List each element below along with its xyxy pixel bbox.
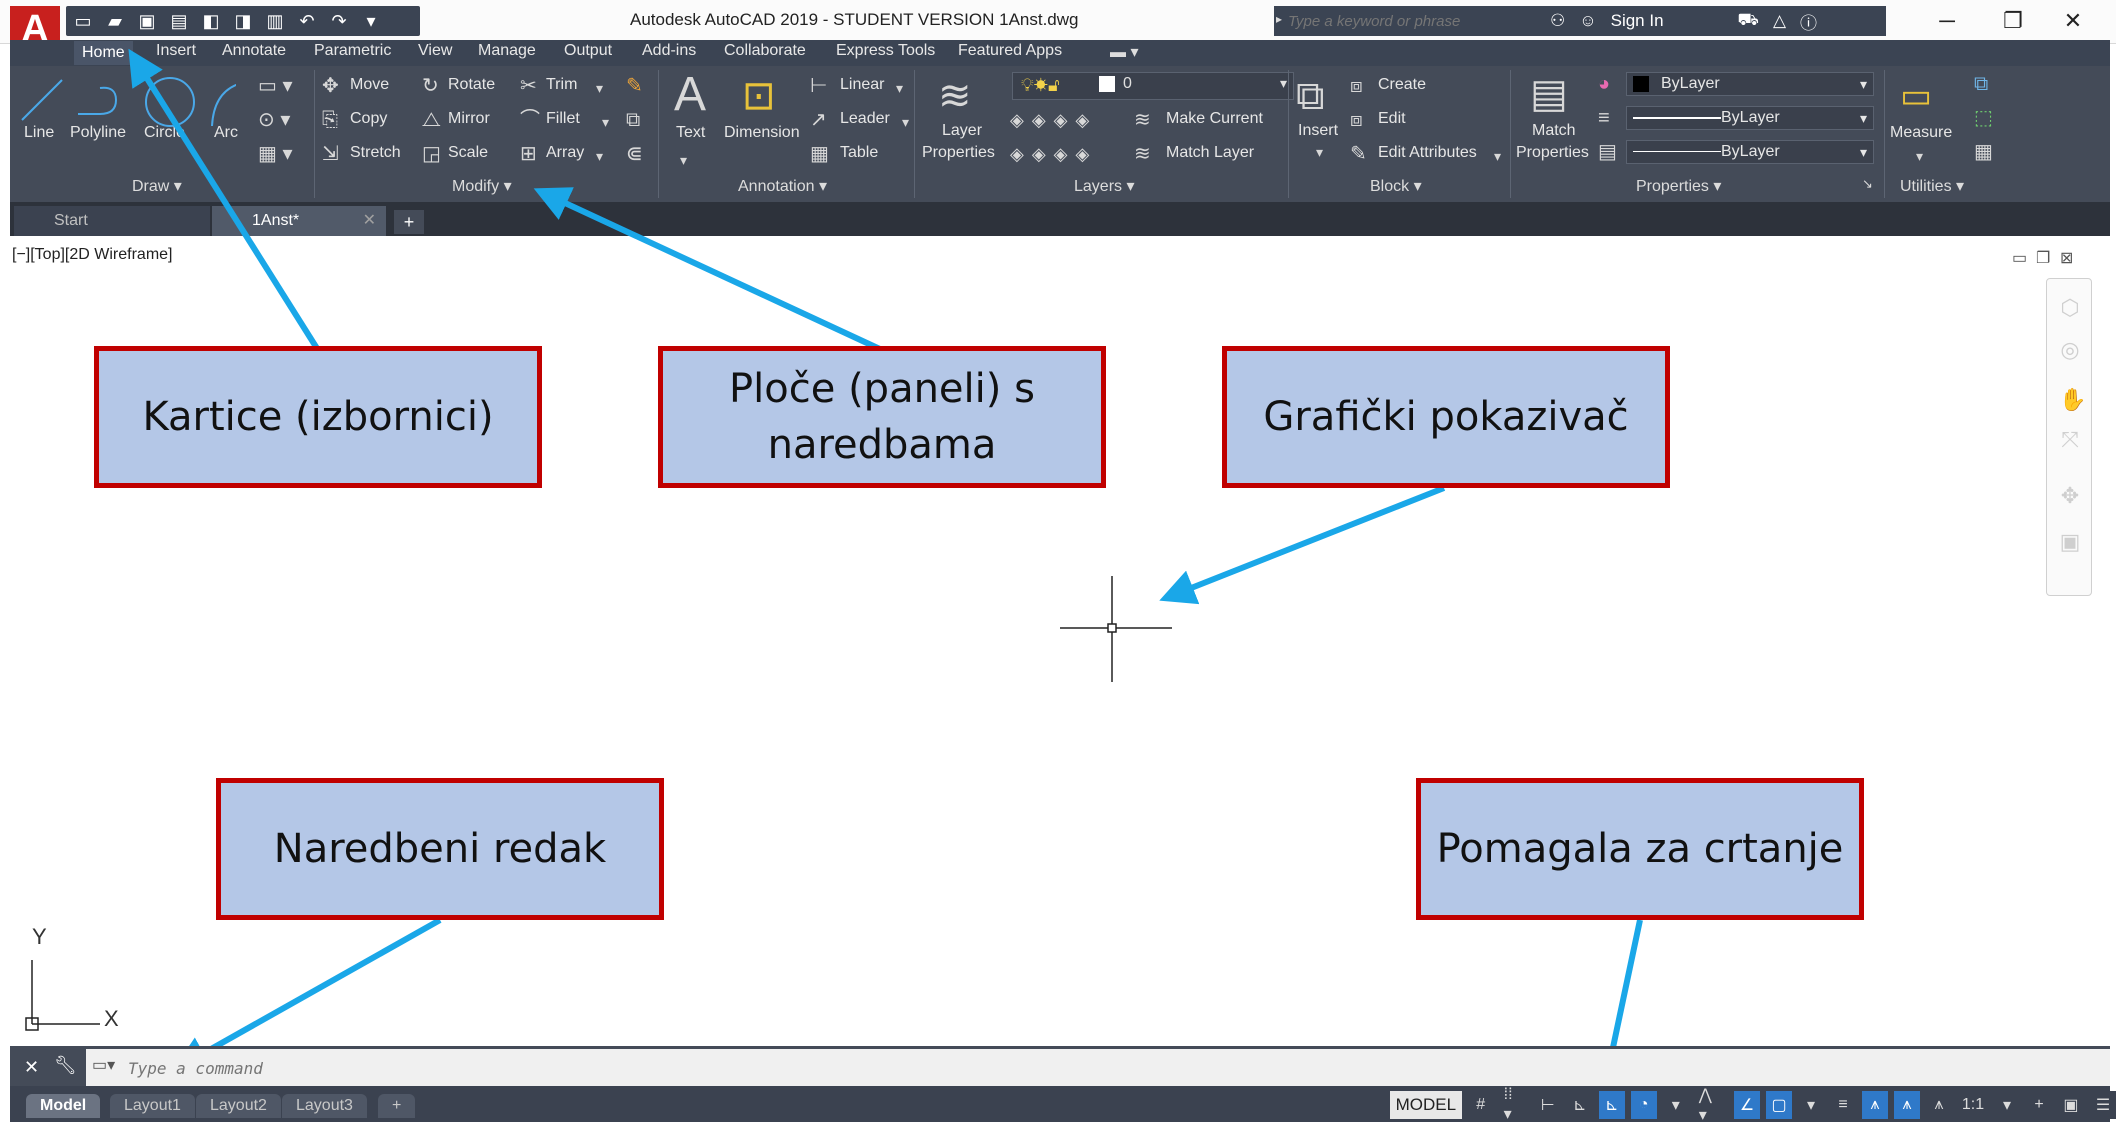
workspace-icon[interactable]: + bbox=[2025, 1091, 2052, 1119]
dynamic-input-icon[interactable]: ⊾ bbox=[1566, 1091, 1593, 1119]
arrow-to-command-line bbox=[172, 917, 442, 1071]
layout-tab-model[interactable]: Model bbox=[26, 1094, 101, 1118]
chevron-down-icon[interactable]: ▾ bbox=[1662, 1091, 1689, 1119]
ortho-icon[interactable]: ⊾ bbox=[1598, 1091, 1625, 1119]
annotation-arrows bbox=[128, 48, 1643, 1108]
object-snap-icon[interactable]: ▢ bbox=[1766, 1091, 1793, 1119]
arrow-to-cursor bbox=[1159, 485, 1446, 605]
arrow-to-panels bbox=[533, 187, 884, 353]
layout-tab-layout3[interactable]: Layout3 bbox=[282, 1094, 367, 1118]
command-line: ✕ 🔧︎ ▭▾ bbox=[10, 1046, 2110, 1086]
command-input[interactable] bbox=[128, 1057, 2028, 1079]
callout-tabs: Kartice (izbornici) bbox=[94, 346, 542, 488]
add-layout-button[interactable]: + bbox=[378, 1094, 416, 1118]
layout-tab-layout2[interactable]: Layout2 bbox=[196, 1094, 281, 1118]
drawing-aids: MODEL # ⁞⁞ ▾ ⊢ ⊾ ⊾ ◔ ▾ ⋀ ▾ ∠ ▢ ▾ ≡ ⩚ ⩚ ⩚… bbox=[1390, 1086, 2116, 1124]
object-snap-tracking-icon[interactable]: ∠ bbox=[1734, 1091, 1761, 1119]
isolate-objects-icon[interactable]: ▣ bbox=[2057, 1091, 2084, 1119]
annotation-visibility-icon[interactable]: ⩚ bbox=[1862, 1091, 1889, 1119]
grid-icon[interactable]: # bbox=[1467, 1091, 1494, 1119]
layout-tab-layout1[interactable]: Layout1 bbox=[110, 1094, 195, 1118]
close-icon[interactable]: ✕ bbox=[24, 1057, 39, 1078]
command-line-controls: ✕ 🔧︎ bbox=[10, 1049, 86, 1086]
model-space-button[interactable]: MODEL bbox=[1390, 1091, 1462, 1119]
annotation-scale-value[interactable]: 1:1 bbox=[1958, 1091, 1988, 1119]
isometric-icon[interactable]: ⋀ ▾ bbox=[1694, 1087, 1729, 1124]
customize-menu-icon[interactable]: ☰ bbox=[2089, 1091, 2116, 1119]
auto-scale-icon[interactable]: ⩚ bbox=[1894, 1091, 1921, 1119]
wrench-icon[interactable]: 🔧︎ bbox=[54, 1055, 77, 1076]
annotation-scale-icon[interactable]: ⩚ bbox=[1926, 1091, 1953, 1119]
chevron-down-icon[interactable]: ▾ bbox=[1993, 1091, 2020, 1119]
callout-panels: Ploče (paneli) s naredbama bbox=[658, 346, 1106, 488]
command-prompt-icon[interactable]: ▭▾ bbox=[92, 1055, 115, 1075]
callout-cursor: Grafički pokazivač bbox=[1222, 346, 1670, 488]
arrow-to-tabs bbox=[128, 48, 321, 352]
infer-constraints-icon[interactable]: ⊢ bbox=[1534, 1091, 1561, 1119]
snap-icon[interactable]: ⁞⁞ ▾ bbox=[1499, 1086, 1529, 1123]
callout-drawing-aids: Pomagala za crtanje bbox=[1416, 778, 1864, 920]
callout-command-line: Naredbeni redak bbox=[216, 778, 664, 920]
polar-tracking-icon[interactable]: ◔ bbox=[1630, 1091, 1657, 1119]
lineweight-icon[interactable]: ≡ bbox=[1830, 1091, 1857, 1119]
chevron-down-icon[interactable]: ▾ bbox=[1798, 1091, 1825, 1119]
